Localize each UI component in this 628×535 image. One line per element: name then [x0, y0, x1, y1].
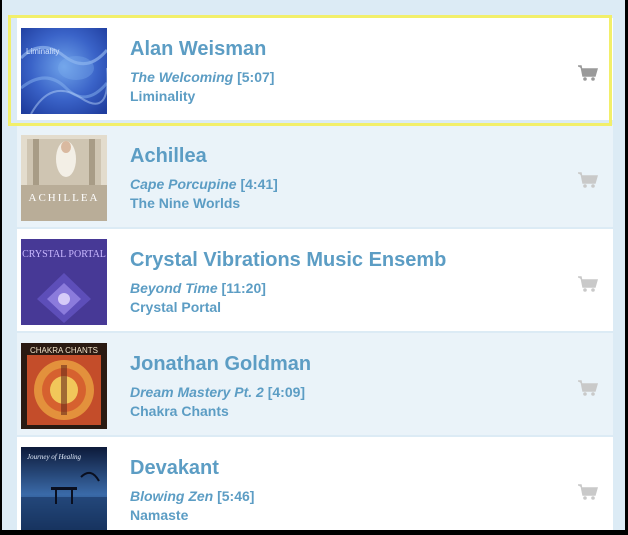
window-edge-left	[0, 0, 2, 535]
artist-name[interactable]: Achillea	[130, 145, 207, 168]
track-row[interactable]: CRYSTAL PORTAL Crystal Vibrations Music …	[17, 229, 613, 331]
cover-text: ACHILLEA	[29, 192, 100, 204]
album-name[interactable]: Crystal Portal	[130, 299, 221, 315]
track-info: Cape Porcupine [4:41]	[130, 176, 278, 192]
shopping-cart-icon[interactable]	[577, 171, 599, 189]
shopping-cart-icon[interactable]	[577, 275, 599, 293]
track-title[interactable]: Dream Mastery Pt. 2	[130, 384, 264, 400]
album-name[interactable]: Chakra Chants	[130, 403, 229, 419]
album-name[interactable]: Namaste	[130, 507, 188, 523]
track-info: Beyond Time [11:20]	[130, 280, 266, 296]
album-cover-namaste[interactable]: Journey of Healing	[21, 447, 107, 530]
track-title[interactable]: The Welcoming	[130, 69, 233, 85]
track-title[interactable]: Blowing Zen	[130, 488, 213, 504]
track-info: Blowing Zen [5:46]	[130, 488, 254, 504]
album-cover-liminality[interactable]: Liminality	[21, 28, 107, 114]
album-cover-the-nine-worlds[interactable]: ACHILLEA	[21, 135, 107, 221]
album-cover-crystal-portal[interactable]: CRYSTAL PORTAL	[21, 239, 107, 325]
shopping-cart-icon[interactable]	[577, 64, 599, 82]
track-row[interactable]: Liminality Alan Weisman The Welcoming [5…	[17, 18, 613, 120]
track-duration: [5:46]	[217, 488, 255, 504]
album-name[interactable]: The Nine Worlds	[130, 195, 240, 211]
artist-name[interactable]: Crystal Vibrations Music Ensemb	[130, 249, 446, 272]
track-title[interactable]: Cape Porcupine	[130, 176, 237, 192]
shopping-cart-icon[interactable]	[577, 483, 599, 501]
track-duration: [5:07]	[237, 69, 275, 85]
artist-name[interactable]: Devakant	[130, 457, 219, 480]
track-info: The Welcoming [5:07]	[130, 69, 274, 85]
track-duration: [4:09]	[267, 384, 306, 400]
album-cover-chakra-chants[interactable]: CHAKRA CHANTS	[21, 343, 107, 429]
window-edge-bottom	[0, 530, 628, 535]
album-name[interactable]: Liminality	[130, 88, 195, 104]
shopping-cart-icon[interactable]	[577, 379, 599, 397]
artist-name[interactable]: Alan Weisman	[130, 38, 266, 61]
track-row[interactable]: CHAKRA CHANTS Jonathan Goldman Dream Mas…	[17, 333, 613, 435]
track-row[interactable]: ACHILLEA Achillea Cape Porcupine [4:41] …	[17, 125, 613, 227]
cover-text: Journey of Healing	[27, 453, 82, 461]
track-row[interactable]: Journey of Healing Devakant Blowing Zen …	[17, 437, 613, 530]
track-info: Dream Mastery Pt. 2 [4:09]	[130, 384, 305, 400]
track-title[interactable]: Beyond Time	[130, 280, 218, 296]
track-duration: [11:20]	[221, 280, 266, 296]
cover-text: Liminality	[26, 47, 59, 56]
cover-text: CHAKRA CHANTS	[30, 346, 98, 355]
playlist-window: Liminality Alan Weisman The Welcoming [5…	[0, 0, 628, 535]
cover-text: CRYSTAL PORTAL	[22, 249, 106, 260]
track-duration: [4:41]	[240, 176, 278, 192]
artist-name[interactable]: Jonathan Goldman	[130, 353, 311, 376]
track-list: Liminality Alan Weisman The Welcoming [5…	[17, 0, 613, 530]
